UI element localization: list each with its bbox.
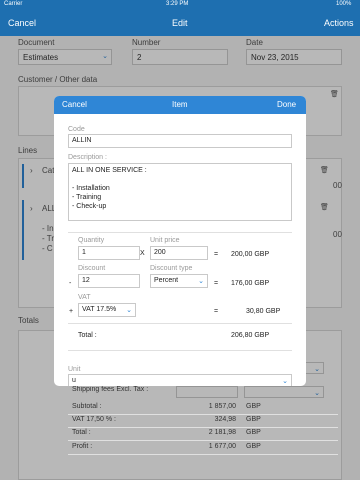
unit-price-field[interactable]: 200 (150, 246, 208, 260)
total-amount: 206,80 GBP (231, 332, 270, 339)
unit-select[interactable]: u ⌄ (68, 374, 292, 386)
page-title: Edit (172, 18, 188, 28)
discount-type-value: Percent (154, 277, 179, 284)
quantity-label: Quantity (78, 237, 105, 244)
equals-sign: = (214, 251, 219, 258)
quantity-field[interactable]: 1 (78, 246, 140, 260)
modal-title: Item (172, 100, 188, 109)
totals-value-0: 1 857,00 (208, 403, 236, 410)
shipping-label: Shipping fees Excl. Tax : (72, 386, 149, 393)
discount-amount: 176,00 GBP (231, 280, 270, 287)
description-line (72, 175, 288, 184)
discount-field[interactable]: 12 (78, 274, 140, 288)
chevron-down-icon: ⌄ (126, 307, 132, 314)
clock: 3:29 PM (166, 1, 189, 7)
cancel-button[interactable]: Cancel (8, 18, 36, 28)
discount-type-label: Discount type (150, 265, 193, 272)
battery-level: 100% (336, 1, 352, 7)
navigation-bar: Cancel Edit Actions (0, 10, 360, 36)
equals-sign: = (214, 280, 219, 287)
totals-currency-2: GBP (246, 429, 261, 436)
unit-label: Unit (68, 366, 81, 373)
modal-header: Cancel Item Done (54, 96, 306, 114)
total-label: Total : (78, 332, 97, 339)
vat-label: VAT (78, 294, 91, 301)
totals-label-2: Total : (72, 429, 91, 436)
vat-plus-sign: + (69, 308, 74, 315)
description-field[interactable]: ALL IN ONE SERVICE : - Installation - Tr… (68, 163, 292, 221)
line-amount: 200,00 GBP (231, 251, 270, 258)
description-line: ALL IN ONE SERVICE : (72, 167, 147, 174)
item-modal: Cancel Item Done Code ALLIN Description … (54, 96, 306, 386)
discount-label: Discount (78, 265, 106, 272)
totals-currency-0: GBP (246, 403, 261, 410)
vat-amount: 30,80 GBP (246, 308, 281, 315)
description-line: - Installation (72, 185, 110, 192)
status-bar: Carrier 3:29 PM 100% (0, 0, 360, 10)
code-field[interactable]: ALLIN (68, 134, 292, 148)
totals-value-1: 324,98 (214, 416, 236, 423)
description-line: - Training (72, 194, 102, 201)
chevron-down-icon: ⌄ (198, 278, 204, 285)
totals-currency-3: GBP (246, 443, 261, 450)
discount-minus-sign: - (69, 280, 72, 287)
multiply-sign: X (140, 250, 145, 257)
vat-value: VAT 17.5% (82, 306, 117, 313)
discount-type-select[interactable]: Percent ⌄ (150, 274, 208, 288)
totals-label-3: Profit : (72, 443, 93, 450)
chevron-down-icon: ⌄ (282, 378, 288, 385)
equals-sign: = (214, 308, 219, 315)
unit-price-label: Unit price (150, 237, 180, 244)
actions-button[interactable]: Actions (324, 18, 354, 28)
modal-done-button[interactable]: Done (277, 100, 296, 109)
totals-currency-1: GBP (246, 416, 261, 423)
unit-value: u (72, 377, 76, 384)
totals-divider (68, 414, 338, 415)
modal-cancel-button[interactable]: Cancel (62, 100, 87, 109)
totals-divider (68, 454, 338, 455)
totals-label-0: Subtotal : (72, 403, 102, 410)
description-line: - Check-up (72, 203, 107, 210)
code-label: Code (68, 126, 85, 133)
totals-divider (68, 440, 338, 441)
totals-value-3: 1 677,00 (208, 443, 236, 450)
totals-value-2: 2 181,98 (208, 429, 236, 436)
totals-divider (68, 427, 338, 428)
totals-label-1: VAT 17,50 % : (72, 416, 116, 423)
description-label: Description : (68, 154, 107, 161)
vat-select[interactable]: VAT 17.5% ⌄ (78, 303, 136, 317)
carrier-label: Carrier (4, 1, 23, 7)
